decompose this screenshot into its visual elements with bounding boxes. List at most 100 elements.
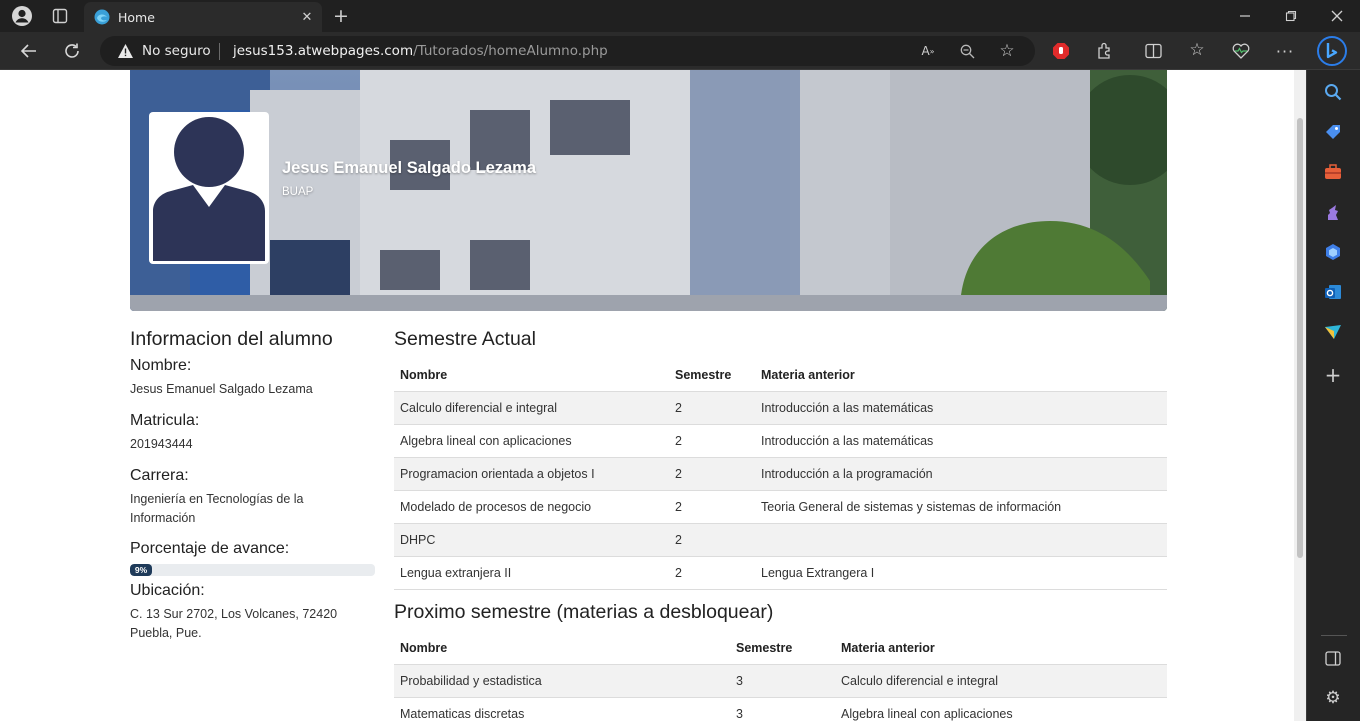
edge-sidebar: + ⚙ (1306, 70, 1360, 721)
table-cell: 2 (669, 523, 755, 557)
browser-tab-strip: Home ✕ + (0, 0, 1360, 32)
new-tab-icon[interactable]: + (330, 4, 352, 28)
profile-banner: Jesus Emanuel Salgado Lezama BUAP (130, 70, 1167, 311)
table-row: Matematicas discretas 3 Algebra lineal con… (394, 697, 1167, 721)
settings-gear-icon[interactable]: ⚙ (1321, 686, 1345, 710)
table-cell: 2 (669, 424, 755, 458)
table-cell: Programacion orientada a objetos I (394, 457, 669, 491)
column-header: Materia anterior (755, 359, 1167, 392)
table-cell: Introducción a las matemáticas (755, 391, 1167, 425)
profile-icon[interactable] (9, 4, 35, 28)
shopping-tag-icon[interactable] (1321, 120, 1345, 144)
games-icon[interactable] (1321, 200, 1345, 224)
table-cell: Introducción a la programación (755, 457, 1167, 491)
read-aloud-icon[interactable]: A» (918, 42, 938, 60)
edge-favicon-icon (94, 9, 110, 25)
table-cell: Introducción a las matemáticas (755, 424, 1167, 458)
restore-icon[interactable] (1278, 4, 1304, 28)
tab-title: Home (118, 9, 155, 25)
copilot-icon[interactable] (1321, 240, 1345, 264)
favorite-star-icon[interactable]: ☆ (997, 41, 1017, 61)
column-header: Semestre (669, 359, 755, 392)
tab-actions-icon[interactable] (48, 4, 72, 28)
table-cell: Modelado de procesos de negocio (394, 490, 669, 524)
security-label[interactable]: No seguro (142, 43, 211, 59)
carrera-value: Ingeniería en Tecnologías de la Informac… (130, 492, 304, 525)
sidebar-divider (1321, 635, 1347, 636)
adblock-icon[interactable] (1050, 40, 1072, 62)
name-label: Nombre: (130, 357, 192, 374)
more-menu-icon[interactable]: ··· (1274, 40, 1296, 62)
name-value: Jesus Emanuel Salgado Lezama (130, 382, 313, 396)
table-cell: Lengua extranjera II (394, 556, 669, 590)
table-row: Calculo diferencial e integral 2 Introducc… (394, 391, 1167, 425)
progress-fill: 9% (130, 564, 153, 576)
warning-icon (116, 42, 134, 60)
bing-copilot-icon[interactable] (1316, 35, 1348, 67)
table-cell: 2 (669, 556, 755, 590)
table-row: Lengua extranjera II 2 Lengua Extrangera I (394, 556, 1167, 590)
carrera-label: Carrera: (130, 467, 189, 484)
tab-home[interactable]: Home ✕ (84, 2, 322, 32)
close-tab-icon[interactable]: ✕ (298, 8, 316, 26)
ubicacion-line2: Puebla, Pue. (130, 626, 202, 640)
scrollbar-thumb[interactable] (1297, 118, 1303, 558)
matricula-value: 201943444 (130, 437, 193, 451)
address-bar[interactable]: No seguro jesus153.atwebpages.com/Tutora… (100, 36, 1035, 66)
student-info-panel: Informacion del alumno Nombre: Jesus Ema… (130, 328, 375, 643)
url-host: jesus153.atwebpages.com (233, 43, 414, 59)
zoom-icon[interactable] (957, 42, 977, 60)
ubicacion-line1: C. 13 Sur 2702, Los Volcanes, 72420 (130, 607, 338, 621)
page-scrollbar[interactable] (1294, 70, 1306, 721)
table-cell: Probabilidad y estadistica (394, 664, 730, 698)
drop-icon[interactable] (1321, 320, 1345, 344)
add-sidebar-icon[interactable]: + (1321, 363, 1345, 387)
refresh-icon[interactable] (59, 38, 85, 64)
table-cell: Matematicas discretas (394, 697, 730, 721)
matricula-label: Matricula: (130, 412, 200, 429)
current-semester-table: Nombre Semestre Materia anterior Calculo d… (394, 359, 1167, 590)
table-header-row: Nombre Semestre Materia anterior (394, 359, 1167, 392)
column-header: Materia anterior (835, 632, 1167, 665)
tools-icon[interactable] (1321, 160, 1345, 184)
table-row: Programacion orientada a objetos I 2 Intro… (394, 457, 1167, 491)
table-cell: 2 (669, 490, 755, 524)
info-title: Informacion del alumno (130, 328, 333, 350)
search-icon[interactable] (1321, 80, 1345, 104)
browser-toolbar: No seguro jesus153.atwebpages.com/Tutora… (0, 32, 1360, 70)
avatar (149, 112, 269, 264)
hide-sidebar-icon[interactable] (1321, 646, 1345, 670)
table-cell: Algebra lineal con aplicaciones (835, 697, 1167, 721)
table-cell: Calculo diferencial e integral (835, 664, 1167, 698)
table-cell: Algebra lineal con aplicaciones (394, 424, 669, 458)
minimize-icon[interactable] (1232, 4, 1258, 28)
url-path: /Tutorados/homeAlumno.php (413, 43, 608, 59)
browser-essentials-icon[interactable] (1230, 40, 1252, 62)
next-semester-title: Proximo semestre (materias a desbloquear… (394, 601, 774, 623)
favorites-icon[interactable]: ☆ (1186, 39, 1208, 61)
close-window-icon[interactable] (1324, 4, 1350, 28)
table-cell: Teoria General de sistemas y sistemas de… (755, 490, 1167, 524)
column-header: Nombre (394, 632, 730, 665)
ubicacion-label: Ubicación: (130, 582, 205, 599)
table-cell: Lengua Extrangera I (755, 556, 1167, 590)
outlook-icon[interactable] (1321, 280, 1345, 304)
url-text[interactable]: jesus153.atwebpages.com/Tutorados/homeAl… (233, 43, 608, 59)
back-icon[interactable] (16, 38, 42, 64)
banner-student-name: Jesus Emanuel Salgado Lezama (282, 159, 537, 177)
progress-bar: 9% (130, 564, 375, 576)
table-cell (755, 523, 1167, 557)
url-separator (219, 43, 220, 60)
table-cell: Calculo diferencial e integral (394, 391, 669, 425)
table-cell: 3 (730, 664, 835, 698)
banner-institution: BUAP (282, 186, 314, 198)
current-semester-title: Semestre Actual (394, 328, 536, 350)
column-header: Nombre (394, 359, 669, 392)
table-cell: DHPC (394, 523, 669, 557)
split-screen-icon[interactable] (1142, 40, 1164, 62)
table-row: Modelado de procesos de negocio 2 Teoria G… (394, 490, 1167, 524)
table-row: Algebra lineal con aplicaciones 2 Introduc… (394, 424, 1167, 458)
table-cell: 2 (669, 391, 755, 425)
column-header: Semestre (730, 632, 835, 665)
extensions-icon[interactable] (1094, 40, 1116, 62)
